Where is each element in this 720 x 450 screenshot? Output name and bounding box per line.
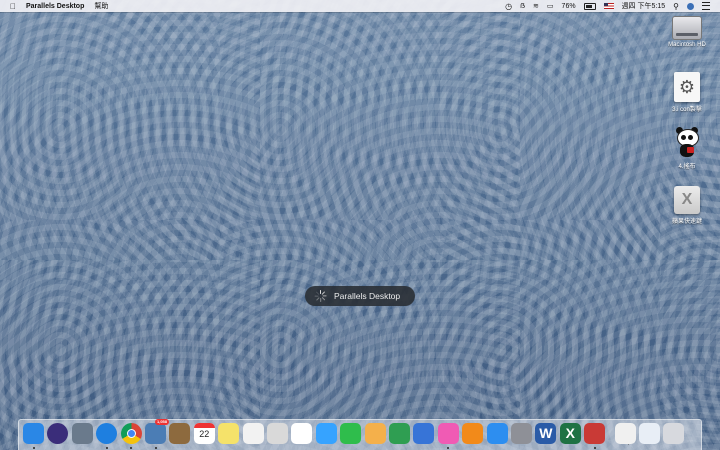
dock-app-parallels[interactable] xyxy=(584,423,606,444)
calendar-day: 22 xyxy=(199,429,210,439)
dock-app-excel[interactable]: X xyxy=(559,423,581,444)
dock: 1,058 22 W X xyxy=(18,419,702,450)
dock-app-siri[interactable] xyxy=(47,423,69,444)
user-icon[interactable] xyxy=(687,2,694,10)
bluetooth-icon[interactable]: ẞ xyxy=(520,3,525,10)
desktop-item-icon-document[interactable]: ⚙ 3.i con製擊 xyxy=(657,72,717,113)
dock-app-messages[interactable] xyxy=(315,423,337,444)
desktop-item-label: 4.搖布 xyxy=(678,164,696,170)
dock-app-finder[interactable] xyxy=(23,423,44,444)
hard-drive-icon xyxy=(672,16,702,40)
desktop-item-shortcuts[interactable]: X 蘋果快速鍵 xyxy=(657,186,717,225)
dock-app-numbers[interactable] xyxy=(389,423,410,444)
hud-label: Parallels Desktop xyxy=(334,291,401,301)
word-logo-icon: W xyxy=(539,425,553,441)
apple-icon[interactable]:  xyxy=(10,2,16,11)
dock-app-ibooks[interactable] xyxy=(462,423,484,444)
dock-app-calendar[interactable]: 22 xyxy=(193,423,215,444)
dock-app-photos[interactable] xyxy=(291,423,313,444)
dock-app-document[interactable] xyxy=(614,423,636,444)
dock-app-keynote[interactable] xyxy=(413,423,435,444)
desktop-wallpaper xyxy=(0,0,720,450)
dock-app-launchpad[interactable] xyxy=(71,423,93,444)
running-indicator xyxy=(447,447,450,449)
loading-spinner-icon xyxy=(314,290,327,302)
gear-document-icon: ⚙ xyxy=(674,72,700,102)
dock-app-app-store[interactable] xyxy=(486,423,508,444)
battery-icon[interactable] xyxy=(583,2,596,10)
panda-icon xyxy=(674,127,700,159)
dock-app-trash[interactable] xyxy=(663,423,685,444)
excel-logo-icon: X xyxy=(565,425,575,441)
desktop-item-label: Macintosh HD xyxy=(668,42,706,48)
running-indicator xyxy=(32,447,35,449)
desktop-item-macintosh-hd[interactable]: Macintosh HD xyxy=(657,16,717,48)
time-machine-icon[interactable]: ◷ xyxy=(505,2,512,11)
dock-app-facetime[interactable] xyxy=(340,423,362,444)
dock-app-photo-editor[interactable] xyxy=(267,423,288,444)
dock-app-itunes[interactable] xyxy=(437,423,459,444)
notification-center-icon[interactable] xyxy=(702,2,710,10)
airplay-icon[interactable]: ▭ xyxy=(547,2,554,10)
menu-bar:  Parallels Desktop 幫助 ◷ ẞ ≋ ▭ 76% 週四 下午… xyxy=(0,0,720,12)
desktop-item-panda[interactable]: 4.搖布 xyxy=(657,127,717,170)
mail-badge: 1,058 xyxy=(155,419,170,425)
dock-app-word[interactable]: W xyxy=(535,423,557,444)
desktop-item-label: 3.i con製擊 xyxy=(672,107,702,113)
dock-app-chrome[interactable] xyxy=(120,423,142,444)
running-indicator xyxy=(105,447,108,449)
dock-app-notebook[interactable] xyxy=(169,423,191,444)
wifi-icon[interactable]: ≋ xyxy=(533,2,539,10)
x-app-icon: X xyxy=(674,186,700,214)
running-indicator xyxy=(593,447,596,449)
spotlight-icon[interactable]: ⚲ xyxy=(673,2,679,11)
dock-app-notes[interactable] xyxy=(218,423,240,444)
dock-app-system-preferences[interactable] xyxy=(511,423,532,444)
clock[interactable]: 週四 下午5:15 xyxy=(622,1,666,11)
dock-app-mail-doc[interactable] xyxy=(639,423,660,444)
app-menu[interactable]: Parallels Desktop xyxy=(26,3,84,10)
app-launch-hud: Parallels Desktop xyxy=(305,286,415,306)
running-indicator xyxy=(130,447,133,449)
desktop-item-label: 蘋果快速鍵 xyxy=(671,219,702,225)
running-indicator xyxy=(154,447,157,449)
battery-percent[interactable]: 76% xyxy=(562,3,576,10)
dock-app-safari[interactable] xyxy=(96,423,118,444)
help-menu[interactable]: 幫助 xyxy=(94,1,108,11)
dock-app-mail-preview[interactable] xyxy=(145,423,166,444)
flag-icon[interactable] xyxy=(603,3,614,9)
dock-app-reminders[interactable] xyxy=(242,423,264,444)
dock-app-pages[interactable] xyxy=(364,423,386,444)
